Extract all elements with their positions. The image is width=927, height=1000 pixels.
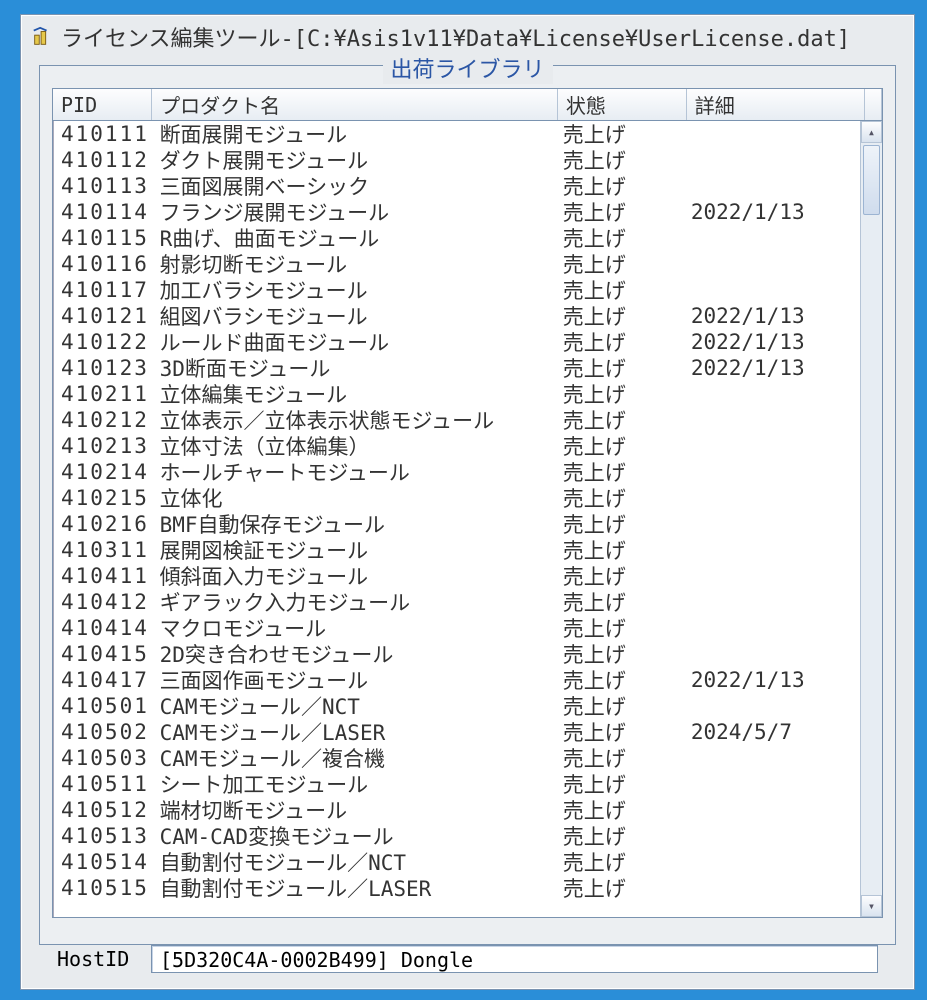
cell-pid: 410117	[53, 278, 152, 302]
cell-pid: 410112	[53, 148, 152, 172]
table-row[interactable]: 410503CAMモジュール／複合機売上げ	[53, 745, 860, 771]
cell-name: 自動割付モジュール／LASER	[152, 873, 555, 903]
cell-pid: 410414	[53, 616, 152, 640]
table-row[interactable]: 410412ギアラック入力モジュール売上げ	[53, 589, 860, 615]
table-row[interactable]: 410121組図バラシモジュール売上げ2022/1/13	[53, 303, 860, 329]
table-row[interactable]: 410502CAMモジュール／LASER売上げ2024/5/7	[53, 719, 860, 745]
header-spacer	[865, 89, 882, 120]
table-row[interactable]: 410112ダクト展開モジュール売上げ	[53, 147, 860, 173]
client-area: 出荷ライブラリ PID プロダクト名 状態 詳細 410111断面展開モジュール…	[39, 65, 896, 971]
table-row[interactable]: 410116射影切断モジュール売上げ	[53, 251, 860, 277]
shipping-library-group: 出荷ライブラリ PID プロダクト名 状態 詳細 410111断面展開モジュール…	[39, 65, 896, 945]
cell-pid: 410121	[53, 304, 152, 328]
app-icon	[31, 26, 53, 48]
cell-pid: 410115	[53, 226, 152, 250]
cell-pid: 410411	[53, 564, 152, 588]
table-row[interactable]: 410501CAMモジュール／NCT売上げ	[53, 693, 860, 719]
table-row[interactable]: 410215立体化売上げ	[53, 485, 860, 511]
cell-pid: 410417	[53, 668, 152, 692]
hostid-label: HostID	[57, 947, 137, 971]
header-detail[interactable]: 詳細	[687, 89, 865, 120]
table-row[interactable]: 410122ルールド曲面モジュール売上げ2022/1/13	[53, 329, 860, 355]
cell-pid: 410515	[53, 876, 152, 900]
table-row[interactable]: 410417三面図作画モジュール売上げ2022/1/13	[53, 667, 860, 693]
column-headers: PID プロダクト名 状態 詳細	[53, 89, 882, 121]
table-row[interactable]: 410113三面図展開ベーシック売上げ	[53, 173, 860, 199]
table-row[interactable]: 410212立体表示／立体表示状態モジュール売上げ	[53, 407, 860, 433]
scroll-thumb[interactable]	[863, 145, 880, 215]
hostid-field[interactable]: [5D320C4A-0002B499] Dongle	[151, 945, 878, 973]
table-row[interactable]: 410411傾斜面入力モジュール売上げ	[53, 563, 860, 589]
cell-detail: 2022/1/13	[683, 200, 860, 224]
header-status[interactable]: 状態	[558, 89, 687, 120]
table-row[interactable]: 410211立体編集モジュール売上げ	[53, 381, 860, 407]
table-row[interactable]: 410515自動割付モジュール／LASER売上げ	[53, 875, 860, 901]
table-row[interactable]: 410216BMF自動保存モジュール売上げ	[53, 511, 860, 537]
cell-pid: 410502	[53, 720, 152, 744]
table-row[interactable]: 4104152D突き合わせモジュール売上げ	[53, 641, 860, 667]
cell-pid: 410512	[53, 798, 152, 822]
group-title: 出荷ライブラリ	[382, 52, 552, 84]
cell-pid: 410311	[53, 538, 152, 562]
product-list[interactable]: PID プロダクト名 状態 詳細 410111断面展開モジュール売上げ41011…	[52, 88, 883, 918]
cell-pid: 410116	[53, 252, 152, 276]
table-row[interactable]: 410511シート加工モジュール売上げ	[53, 771, 860, 797]
cell-pid: 410213	[53, 434, 152, 458]
table-row[interactable]: 410214ホールチャートモジュール売上げ	[53, 459, 860, 485]
cell-pid: 410511	[53, 772, 152, 796]
cell-detail: 2022/1/13	[683, 668, 860, 692]
table-row[interactable]: 410512端材切断モジュール売上げ	[53, 797, 860, 823]
cell-status: 売上げ	[555, 873, 683, 903]
table-row[interactable]: 4101233D断面モジュール売上げ2022/1/13	[53, 355, 860, 381]
cell-pid: 410216	[53, 512, 152, 536]
table-row[interactable]: 410115R曲げ、曲面モジュール売上げ	[53, 225, 860, 251]
table-row[interactable]: 410111断面展開モジュール売上げ	[53, 121, 860, 147]
cell-pid: 410415	[53, 642, 152, 666]
cell-detail: 2022/1/13	[683, 304, 860, 328]
status-bar: HostID [5D320C4A-0002B499] Dongle	[57, 939, 878, 973]
header-pid[interactable]: PID	[53, 89, 152, 120]
table-row[interactable]: 410513CAM-CAD変換モジュール売上げ	[53, 823, 860, 849]
cell-pid: 410501	[53, 694, 152, 718]
scroll-up-arrow-icon[interactable]: ▴	[861, 121, 882, 143]
table-row[interactable]: 410213立体寸法（立体編集）売上げ	[53, 433, 860, 459]
vertical-scrollbar[interactable]: ▴ ▾	[860, 121, 882, 917]
rows-container: 410111断面展開モジュール売上げ410112ダクト展開モジュール売上げ410…	[53, 121, 860, 917]
table-row[interactable]: 410414マクロモジュール売上げ	[53, 615, 860, 641]
cell-pid: 410513	[53, 824, 152, 848]
cell-pid: 410215	[53, 486, 152, 510]
cell-pid: 410111	[53, 122, 152, 146]
cell-pid: 410412	[53, 590, 152, 614]
cell-pid: 410113	[53, 174, 152, 198]
cell-pid: 410212	[53, 408, 152, 432]
cell-pid: 410114	[53, 200, 152, 224]
table-row[interactable]: 410514自動割付モジュール／NCT売上げ	[53, 849, 860, 875]
cell-detail: 2022/1/13	[683, 330, 860, 354]
table-row[interactable]: 410114フランジ展開モジュール売上げ2022/1/13	[53, 199, 860, 225]
table-row[interactable]: 410117加工バラシモジュール売上げ	[53, 277, 860, 303]
cell-pid: 410214	[53, 460, 152, 484]
cell-pid: 410514	[53, 850, 152, 874]
header-name[interactable]: プロダクト名	[152, 89, 558, 120]
window: ライセンス編集ツール-[C:¥Asis1v11¥Data¥License¥Use…	[20, 14, 915, 990]
scroll-down-arrow-icon[interactable]: ▾	[861, 895, 882, 917]
cell-detail: 2024/5/7	[683, 720, 860, 744]
cell-detail: 2022/1/13	[683, 356, 860, 380]
window-title: ライセンス編集ツール-[C:¥Asis1v11¥Data¥License¥Use…	[61, 21, 850, 53]
cell-pid: 410503	[53, 746, 152, 770]
table-row[interactable]: 410311展開図検証モジュール売上げ	[53, 537, 860, 563]
cell-pid: 410211	[53, 382, 152, 406]
cell-pid: 410123	[53, 356, 152, 380]
cell-pid: 410122	[53, 330, 152, 354]
